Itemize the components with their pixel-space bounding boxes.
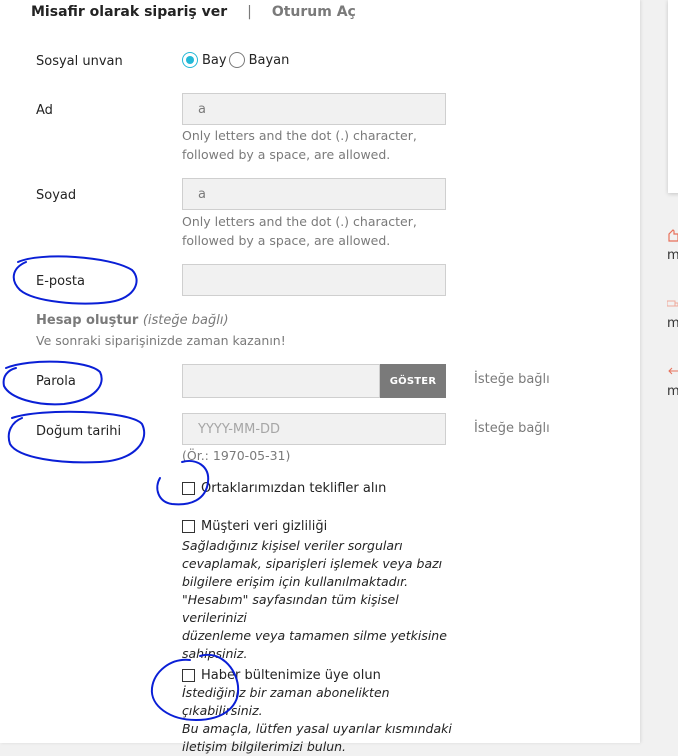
radio-mr-label: Bay [202, 52, 227, 68]
birthdate-input[interactable] [182, 413, 446, 445]
hint-line: Only letters and the dot (.) character, [182, 128, 417, 143]
newsletter-desc-line: Bu amaçla, lütfen yasal uyarılar kısmınd… [182, 721, 452, 736]
tab-guest-order[interactable]: Misafir olarak sipariş ver [31, 4, 227, 20]
newsletter-row[interactable]: Haber bültenimize üye olun [182, 668, 381, 683]
privacy-description: Sağladığınız kişisel veriler sorguları c… [182, 537, 452, 663]
hint-line: followed by a space, are allowed. [182, 147, 391, 162]
privacy-desc-line: cevaplamak, siparişleri işlemek veya baz… [182, 556, 443, 571]
social-title-radios: Bay Bayan [182, 52, 291, 68]
password-label: Parola [36, 374, 76, 389]
truck-icon [667, 300, 678, 307]
radio-mrs[interactable] [228, 52, 245, 68]
show-password-button[interactable]: GÖSTER [380, 364, 446, 398]
social-title-label: Sosyal unvan [36, 54, 123, 69]
side-letter: m [667, 248, 678, 263]
partner-offers-checkbox[interactable] [182, 482, 195, 495]
return-icon [668, 367, 678, 375]
privacy-desc-line: düzenleme veya tamamen silme yetkisine [182, 628, 447, 643]
privacy-checkbox[interactable] [182, 520, 195, 533]
hand-icon [668, 229, 678, 242]
first-name-hint: Only letters and the dot (.) character, … [182, 126, 432, 164]
side-summary-card [668, 0, 678, 193]
birthdate-label: Doğum tarihi [36, 424, 122, 439]
first-name-label: Ad [36, 103, 53, 118]
create-account-optional: (isteğe bağlı) [142, 313, 229, 328]
first-name-input[interactable] [182, 93, 446, 125]
newsletter-desc-line: iletişim bilgilerimizi bulun. [182, 739, 347, 754]
side-letter: m [667, 316, 678, 331]
email-label: E-posta [36, 274, 85, 289]
privacy-desc-line: "Hesabım" sayfasından tüm kişisel verile… [182, 592, 399, 625]
hint-line: followed by a space, are allowed. [182, 233, 391, 248]
newsletter-checkbox[interactable] [182, 669, 195, 682]
privacy-desc-line: Sağladığınız kişisel veriler sorguları [182, 538, 403, 553]
email-input[interactable] [182, 264, 446, 296]
partner-offers-label: Ortaklarımızdan teklifler alın [201, 481, 387, 496]
newsletter-desc-line: İstediğiniz bir zaman abonelikten çıkabi… [182, 685, 390, 718]
hint-line: Only letters and the dot (.) character, [182, 214, 417, 229]
create-account-title: Hesap oluştur (isteğe bağlı) [36, 313, 229, 328]
password-optional: İsteğe bağlı [474, 372, 550, 387]
privacy-desc-line: bilgilere erişim için kullanılmaktadır. [182, 574, 409, 589]
checkout-tabs: Misafir olarak sipariş ver | Oturum Aç [31, 4, 356, 20]
birthdate-optional: İsteğe bağlı [474, 421, 550, 436]
partner-offers-row[interactable]: Ortaklarımızdan teklifler alın [182, 481, 386, 496]
create-account-heading: Hesap oluştur [36, 313, 139, 328]
privacy-row[interactable]: Müşteri veri gizliliği [182, 519, 327, 534]
tab-sign-in[interactable]: Oturum Aç [272, 4, 356, 20]
last-name-hint: Only letters and the dot (.) character, … [182, 212, 432, 250]
create-account-subtitle: Ve sonraki siparişinizde zaman kazanın! [36, 333, 286, 348]
side-letter: m [667, 384, 678, 399]
radio-mrs-label: Bayan [248, 52, 290, 68]
privacy-desc-line: sahipsiniz. [182, 646, 248, 661]
password-input[interactable] [182, 364, 380, 398]
newsletter-description: İstediğiniz bir zaman abonelikten çıkabi… [182, 684, 452, 756]
birthdate-example: (Ör.: 1970-05-31) [182, 448, 291, 463]
last-name-input[interactable] [182, 178, 446, 210]
last-name-label: Soyad [36, 188, 77, 203]
radio-mr[interactable] [182, 52, 198, 68]
privacy-label: Müşteri veri gizliliği [201, 519, 328, 534]
newsletter-label: Haber bültenimize üye olun [201, 668, 381, 683]
tab-separator: | [247, 4, 252, 20]
